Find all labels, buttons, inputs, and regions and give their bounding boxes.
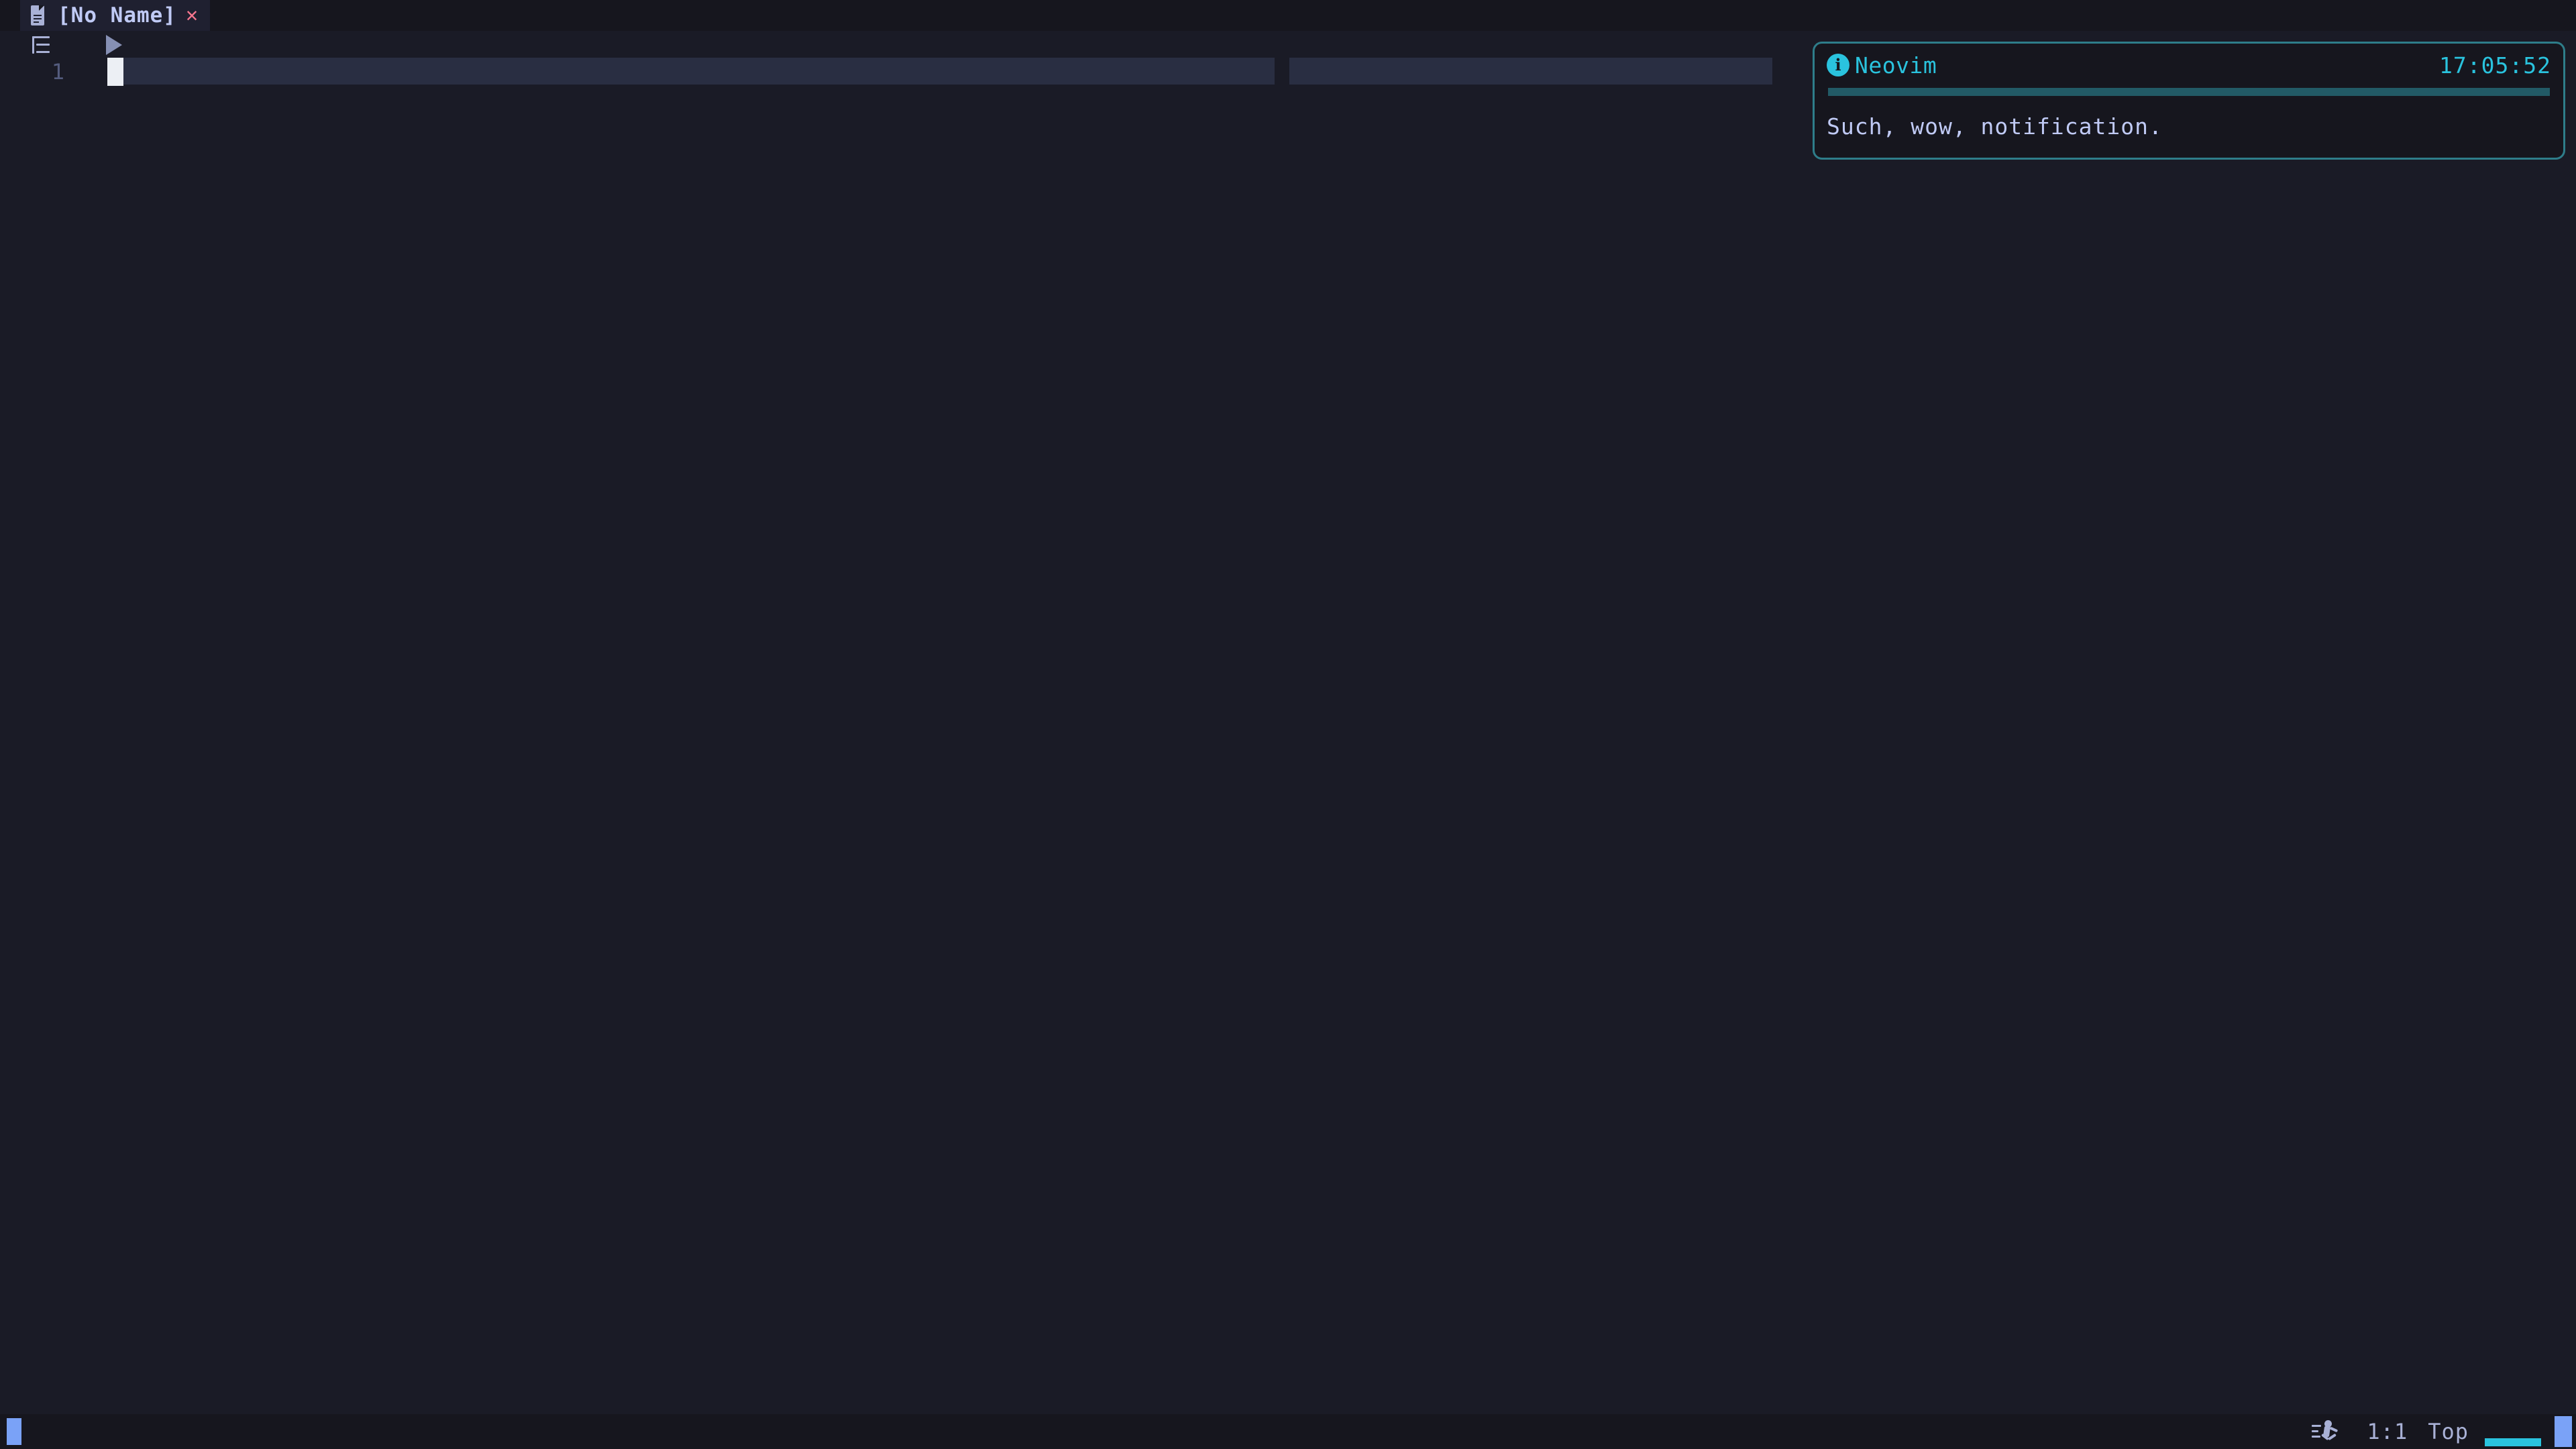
buffer-tab-no-name[interactable]: [No Name] ✕ [20,0,211,31]
statusline-end-block [2555,1416,2572,1447]
notification-header: i Neovim 17:05:52 [1827,44,2551,87]
cursor-position: 1:1 [2367,1419,2408,1444]
tabline: [No Name] ✕ [0,0,2576,31]
text-cursor [107,58,123,86]
file-icon [31,5,48,25]
line-number: 1 [51,59,64,85]
cursor-line-highlight-right [1289,58,1772,85]
cursor-line-highlight-left [107,58,1275,85]
notification-title-group: i Neovim [1827,52,1937,78]
close-icon[interactable]: ✕ [186,5,198,25]
notification-divider [1828,88,2550,96]
statusline-right-group: 1:1 Top [2310,1414,2576,1449]
notification-body: Such, wow, notification. [1827,113,2163,140]
statusline-accent-bar [2485,1438,2541,1446]
statusline: 1:1 Top [0,1414,2576,1449]
info-icon: i [1827,54,1849,76]
notification-timestamp: 17:05:52 [2439,52,2551,78]
play-icon[interactable] [106,35,122,55]
notification-title: Neovim [1855,52,1937,78]
neovim-window: [No Name] ✕ 1 i Neovim 17:05:52 Such, wo… [0,0,2576,1449]
mode-indicator [7,1418,21,1445]
outline-icon[interactable] [30,35,55,55]
buffer-tab-label: [No Name] [58,3,176,28]
running-person-icon [2310,1419,2340,1444]
scroll-location: Top [2428,1419,2469,1444]
notification-popup[interactable]: i Neovim 17:05:52 Such, wow, notificatio… [1813,42,2565,160]
